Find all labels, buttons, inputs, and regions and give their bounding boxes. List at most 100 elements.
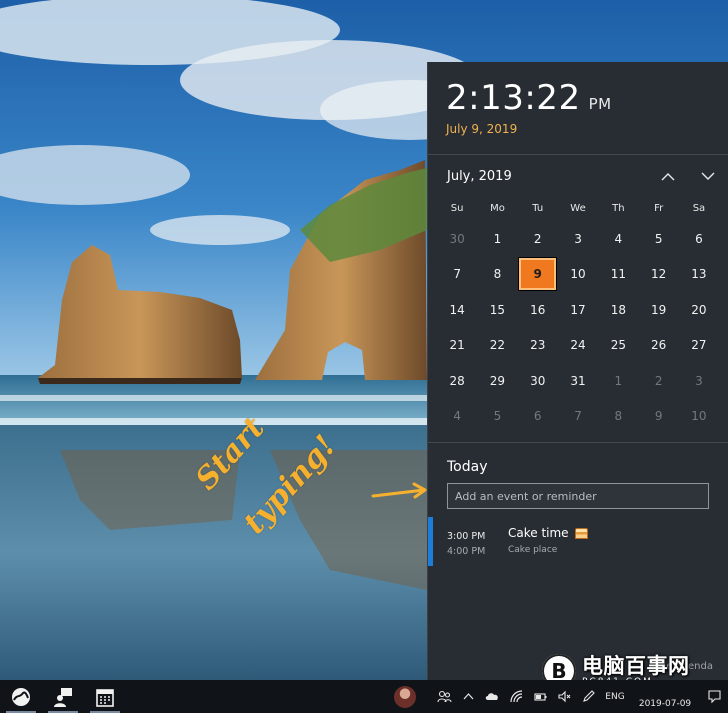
calendar-day[interactable]: 30 <box>518 363 558 399</box>
calendar-day[interactable]: 11 <box>598 257 638 293</box>
onedrive-button[interactable] <box>480 680 504 713</box>
calendar-day-number: 12 <box>650 267 667 282</box>
calendar-day[interactable]: 29 <box>477 363 517 399</box>
taskbar-app-calendar[interactable] <box>84 680 126 713</box>
network-button[interactable] <box>504 680 528 713</box>
calendar-day-number: 13 <box>691 267 707 282</box>
input-language-button[interactable]: ENG <box>600 692 630 702</box>
pen-workspace-button[interactable] <box>576 680 600 713</box>
calendar-day-number: 7 <box>453 267 461 282</box>
calendar-day[interactable]: 5 <box>638 221 678 257</box>
calendar-day[interactable]: 5 <box>477 399 517 435</box>
calendar-day[interactable]: 16 <box>518 292 558 328</box>
calendar-day[interactable]: 8 <box>477 257 517 293</box>
volume-button[interactable] <box>552 680 576 713</box>
taskbar-app-people[interactable] <box>42 680 84 713</box>
calendar-day-number: 4 <box>453 409 461 424</box>
calendar-day[interactable]: 20 <box>679 292 719 328</box>
calendar-day[interactable]: 1 <box>477 221 517 257</box>
handwriting-ink: Start typing! <box>189 410 430 560</box>
calendar-day[interactable]: 1 <box>598 363 638 399</box>
calendar-day-number: 3 <box>695 373 703 388</box>
previous-month-button[interactable] <box>648 161 688 191</box>
calendar-days-grid: 30 1 2 3 4 5 6 7 8 9 10 11 12 13 14 15 16 17 18 19 20 21 22 23 2… <box>428 221 728 434</box>
month-label[interactable]: July, 2019 <box>447 169 512 184</box>
battery-icon <box>533 693 546 701</box>
weekday-label: Th <box>612 202 625 214</box>
calendar-day[interactable]: 7 <box>437 257 477 293</box>
battery-button[interactable] <box>528 680 552 713</box>
calendar-day[interactable]: 17 <box>558 292 598 328</box>
people-button[interactable] <box>432 680 456 713</box>
calendar-day-number: 20 <box>691 302 707 317</box>
calendar-day-number: 6 <box>533 409 542 424</box>
calendar-day[interactable]: 7 <box>558 399 598 435</box>
show-hidden-icons-button[interactable] <box>456 680 480 713</box>
calendar-day[interactable]: 15 <box>477 292 517 328</box>
calendar-day-number: 10 <box>691 409 707 424</box>
calendar-day[interactable]: 28 <box>437 363 477 399</box>
calendar-day[interactable]: 19 <box>638 292 678 328</box>
event-location: Cake place <box>508 545 558 555</box>
calendar-day[interactable]: 27 <box>679 328 719 364</box>
calendar-day[interactable]: 25 <box>598 328 638 364</box>
calendar-day[interactable]: 24 <box>558 328 598 364</box>
taskbar-app-whiteboard[interactable] <box>0 680 42 713</box>
people-share-icon <box>54 687 72 707</box>
calendar-day[interactable]: 9 <box>638 399 678 435</box>
calendar-day[interactable]: 10 <box>558 257 598 293</box>
weekday-header-row: Su Mo Tu We Th Fr Sa <box>428 197 728 219</box>
wifi-icon <box>509 690 522 703</box>
calendar-day[interactable]: 6 <box>518 399 558 435</box>
calendar-day-number: 14 <box>449 302 465 317</box>
agenda-event[interactable]: 3:00 PM 4:00 PM Cake time Cake place <box>428 517 728 567</box>
calendar-day[interactable]: 2 <box>518 221 558 257</box>
weekday-label: We <box>570 202 586 214</box>
calendar-day[interactable]: 26 <box>638 328 678 364</box>
chevron-down-icon <box>701 172 715 180</box>
calendar-day-number: 1 <box>614 373 623 388</box>
calendar-day-number: 23 <box>530 338 546 353</box>
calendar-day-number: 10 <box>570 267 586 282</box>
long-date-link[interactable]: July 9, 2019 <box>446 122 728 136</box>
calendar-day[interactable]: 10 <box>679 399 719 435</box>
calendar-day[interactable]: 14 <box>437 292 477 328</box>
calendar-day-number: 11 <box>610 267 626 282</box>
avatar[interactable] <box>394 685 416 708</box>
calendar-day-number: 24 <box>570 338 586 353</box>
taskbar-clock[interactable]: 2019-07-09 <box>630 684 700 710</box>
calendar-day[interactable]: 12 <box>638 257 678 293</box>
calendar-day-number: 17 <box>570 302 586 317</box>
calendar-day-number: 18 <box>610 302 626 317</box>
agenda-pane: Today 3:00 PM 4:00 PM Cake time Cake pla… <box>428 442 728 680</box>
calendar-day[interactable]: 18 <box>598 292 638 328</box>
calendar-day[interactable]: 8 <box>598 399 638 435</box>
calendar-day-number: 2 <box>654 373 663 388</box>
chevron-up-icon <box>463 693 473 700</box>
calendar-day[interactable]: 3 <box>558 221 598 257</box>
weekday-label: Mo <box>490 202 505 214</box>
action-center-button[interactable] <box>700 680 728 713</box>
calendar-day[interactable]: 2 <box>638 363 678 399</box>
weekday-label: Su <box>450 202 464 214</box>
calendar-day[interactable]: 6 <box>679 221 719 257</box>
calendar-day-number: 30 <box>449 231 465 246</box>
calendar-day[interactable]: 4 <box>598 221 638 257</box>
calendar-day[interactable]: 3 <box>679 363 719 399</box>
calendar-day[interactable]: 21 <box>437 328 477 364</box>
calendar-day-number: 21 <box>449 338 465 353</box>
calendar-day[interactable]: 22 <box>477 328 517 364</box>
people-icon <box>436 690 452 703</box>
calendar-day[interactable]: 13 <box>679 257 719 293</box>
add-event-input[interactable] <box>447 483 709 509</box>
calendar-day[interactable]: 4 <box>437 399 477 435</box>
next-month-button[interactable] <box>688 161 728 191</box>
calendar-day[interactable]: 23 <box>518 328 558 364</box>
calendar-day-today[interactable]: 9 <box>518 257 558 293</box>
calendar-day-number: 7 <box>574 409 582 424</box>
calendar-day[interactable]: 31 <box>558 363 598 399</box>
calendar-day[interactable]: 30 <box>437 221 477 257</box>
calendar-day-number: 22 <box>489 338 506 353</box>
calendar-day-number: 2 <box>533 231 542 246</box>
calendar-day-number: 4 <box>614 231 623 246</box>
